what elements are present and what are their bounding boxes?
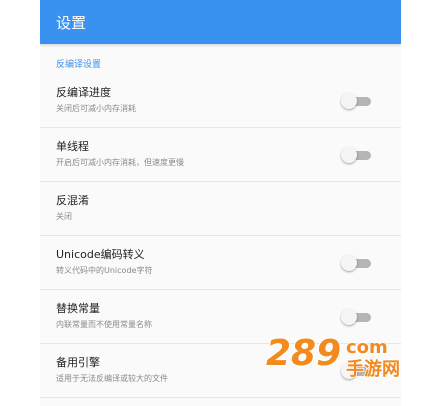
- page-title: 设置: [56, 13, 87, 32]
- settings-screen: 设置 反编译设置 反编译进度 关闭后可减小内存消耗 单线程 开启后可减小内存消耗…: [40, 0, 401, 406]
- app-bar: 设置: [40, 0, 401, 44]
- section-header-decompile: 反编译设置: [56, 60, 102, 70]
- single-thread-switch[interactable]: [341, 146, 373, 163]
- switch-thumb: [341, 362, 357, 379]
- unicode-escape-switch[interactable]: [341, 254, 373, 271]
- setting-replace-constants[interactable]: 替换常量 内联常量而不使用常量名称: [40, 290, 401, 344]
- decompile-progress-switch[interactable]: [341, 92, 373, 109]
- backup-engine-switch[interactable]: [341, 362, 373, 379]
- switch-thumb: [341, 254, 357, 271]
- setting-unicode-escape[interactable]: Unicode编码转义 转义代码中的Unicode字符: [40, 236, 401, 290]
- setting-title: 反混淆: [56, 194, 89, 207]
- setting-deobfuscation[interactable]: 反混淆 关闭: [40, 182, 401, 236]
- replace-constants-switch[interactable]: [341, 308, 373, 325]
- switch-thumb: [341, 92, 357, 109]
- switch-thumb: [341, 146, 357, 163]
- setting-single-thread[interactable]: 单线程 开启后可减小内存消耗，但速度更慢: [40, 128, 401, 182]
- setting-backup-engine[interactable]: 备用引擎 适用于无法反编译或较大的文件: [40, 344, 401, 398]
- setting-decompile-progress[interactable]: 反编译进度 关闭后可减小内存消耗: [40, 74, 401, 128]
- switch-thumb: [341, 308, 357, 325]
- setting-subtitle: 关闭: [56, 212, 72, 221]
